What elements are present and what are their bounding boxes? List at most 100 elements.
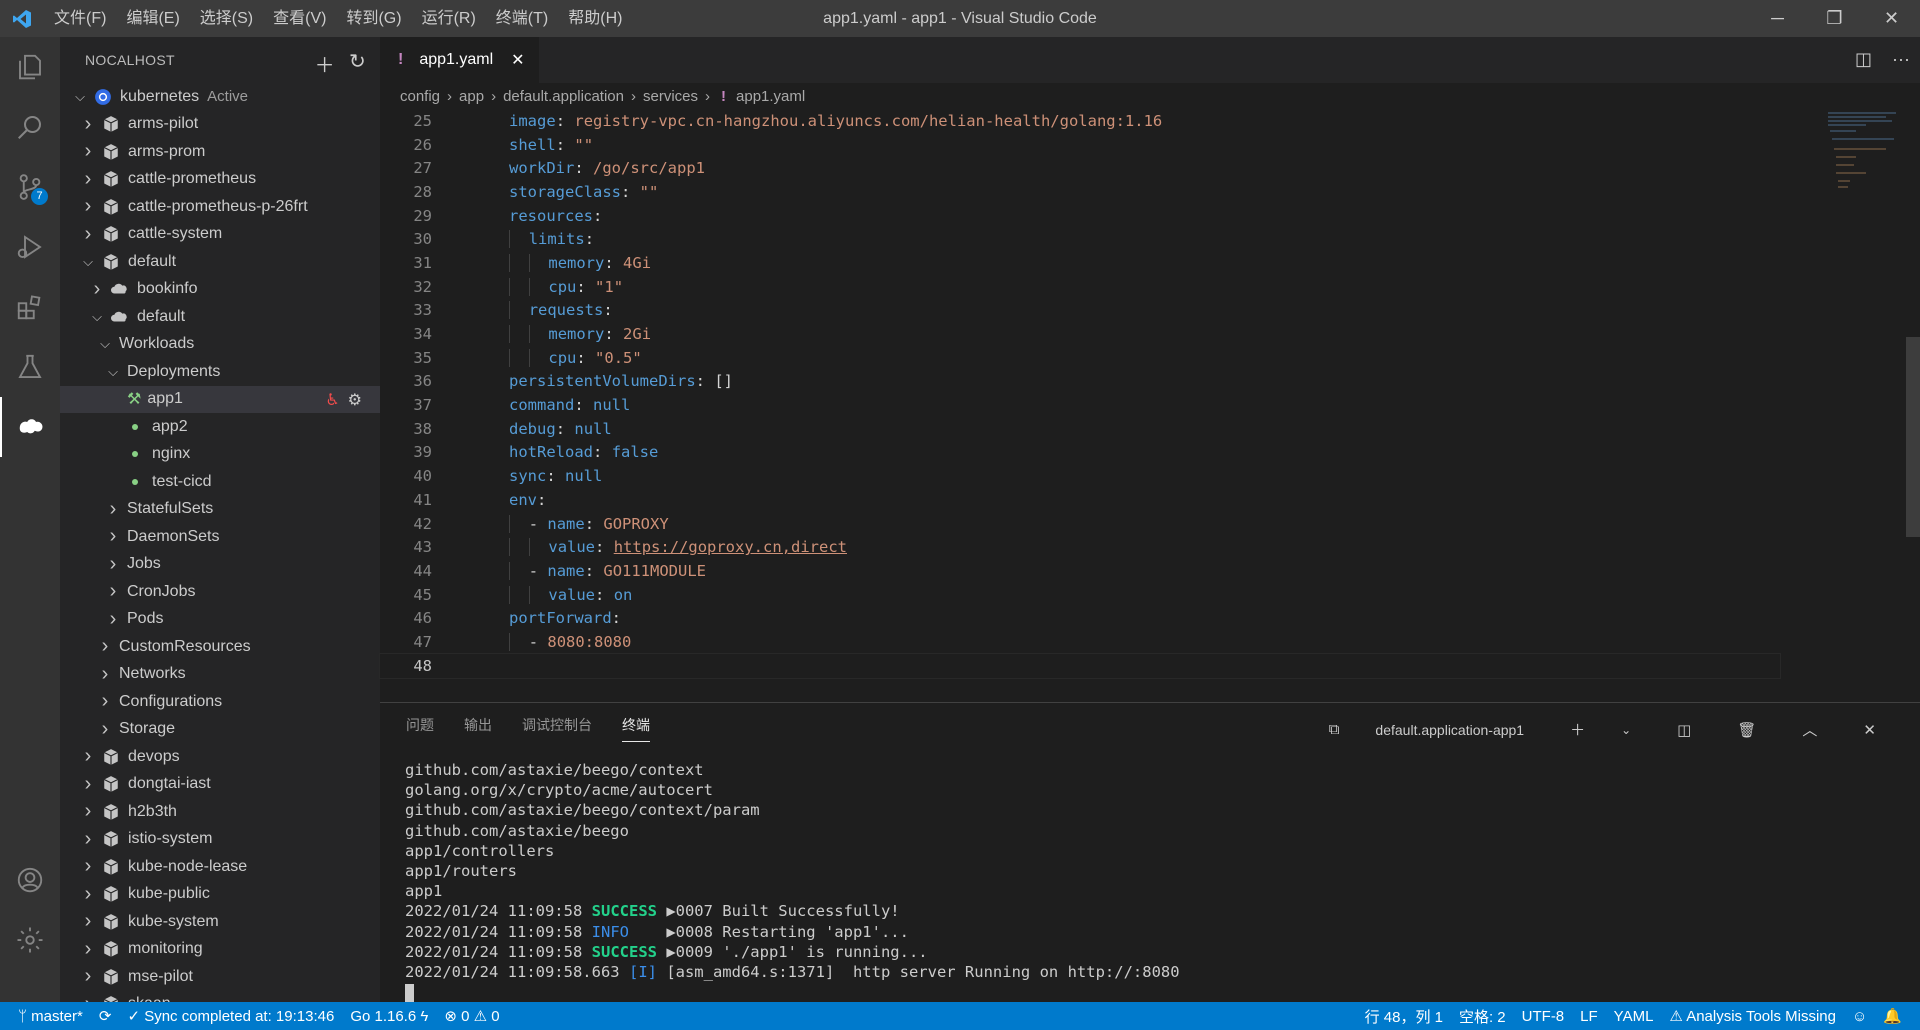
restore-button[interactable]: ❐: [1806, 0, 1863, 37]
git-branch[interactable]: ᛘ master*: [0, 1008, 91, 1025]
split-terminal-icon[interactable]: ◫: [1677, 715, 1691, 745]
close-tab-icon[interactable]: ✕: [511, 50, 524, 70]
code-line[interactable]: 48: [379, 652, 1781, 679]
namespace-item[interactable]: › h2b3th: [60, 798, 380, 826]
breadcrumb-item[interactable]: app1.yaml: [736, 88, 805, 105]
code-line[interactable]: 28 storageClass: "": [380, 180, 1780, 204]
workload-type-item[interactable]: › Jobs: [60, 551, 380, 579]
code-line[interactable]: 34 memory: 2Gi: [380, 322, 1780, 346]
deployments-group[interactable]: ⌵ Deployments: [60, 358, 380, 386]
resource-group-item[interactable]: › Networks: [60, 661, 380, 689]
accounts-icon[interactable]: [0, 850, 60, 910]
breadcrumb-item[interactable]: default.application: [503, 88, 624, 105]
tab-output[interactable]: 输出: [464, 709, 492, 741]
minimap[interactable]: [1826, 109, 1906, 209]
end-of-line[interactable]: LF: [1572, 1008, 1606, 1025]
code-line[interactable]: 31 memory: 4Gi: [380, 251, 1780, 275]
deployment-item-app1[interactable]: ⚒ app1 ♿ ⚙: [60, 385, 380, 413]
tab-debug-console[interactable]: 调试控制台: [522, 709, 592, 741]
namespace-item[interactable]: › monitoring: [60, 936, 380, 964]
chevron-down-icon[interactable]: ⌄: [1621, 717, 1631, 743]
code-line[interactable]: 33 requests:: [380, 299, 1780, 323]
trash-icon[interactable]: 🗑: [1737, 715, 1756, 745]
workload-type-item[interactable]: › DaemonSets: [60, 523, 380, 551]
workload-type-item[interactable]: › StatefulSets: [60, 496, 380, 524]
analysis-warning[interactable]: ⚠ Analysis Tools Missing: [1661, 1007, 1844, 1025]
namespace-item[interactable]: › cattle-prometheus: [60, 166, 380, 194]
code-line[interactable]: 25 image: registry-vpc.cn-hangzhou.aliyu…: [380, 109, 1780, 133]
code-line[interactable]: 45 value: on: [380, 583, 1780, 607]
terminal-selector[interactable]: default.application-app1: [1375, 716, 1524, 744]
code-line[interactable]: 39 hotReload: false: [380, 441, 1780, 465]
breadcrumb-item[interactable]: app: [459, 88, 484, 105]
code-line[interactable]: 36 persistentVolumeDirs: []: [380, 370, 1780, 394]
minimize-button[interactable]: ─: [1749, 0, 1806, 37]
problems-count[interactable]: ⊗ 0 ⚠ 0: [436, 1007, 507, 1025]
code-line[interactable]: 37 command: null: [380, 393, 1780, 417]
notifications-icon[interactable]: 🔔: [1875, 1007, 1910, 1025]
workload-type-item[interactable]: › Pods: [60, 606, 380, 634]
menu-item[interactable]: 文件(F): [44, 0, 116, 37]
namespace-item[interactable]: › kube-node-lease: [60, 853, 380, 881]
source-control-icon[interactable]: 7: [0, 157, 60, 217]
namespace-item[interactable]: › dongtai-iast: [60, 771, 380, 799]
cursor-position[interactable]: 行 48，列 1: [1357, 1006, 1451, 1027]
run-debug-icon[interactable]: [0, 217, 60, 277]
refresh-icon[interactable]: ↻: [349, 49, 366, 78]
menu-item[interactable]: 选择(S): [190, 0, 263, 37]
indentation[interactable]: 空格: 2: [1451, 1006, 1514, 1027]
namespace-item[interactable]: › arms-prom: [60, 138, 380, 166]
menu-item[interactable]: 转到(G): [336, 0, 411, 37]
namespace-item[interactable]: › kube-system: [60, 908, 380, 936]
nocalhost-icon[interactable]: [0, 397, 60, 457]
close-panel-icon[interactable]: ✕: [1863, 715, 1876, 745]
code-line[interactable]: 40 sync: null: [380, 464, 1780, 488]
menu-item[interactable]: 查看(V): [263, 0, 336, 37]
new-terminal-icon[interactable]: ＋: [1570, 713, 1585, 746]
go-version[interactable]: Go 1.16.6 ϟ: [342, 1008, 436, 1025]
tab-app1-yaml[interactable]: ! app1.yaml ✕: [380, 37, 539, 83]
search-icon[interactable]: [0, 97, 60, 157]
deployment-item[interactable]: test-cicd: [60, 468, 380, 496]
feedback-icon[interactable]: ☺: [1844, 1008, 1875, 1025]
resource-group-item[interactable]: › Storage: [60, 716, 380, 744]
dev-status-icon[interactable]: ♿: [325, 390, 339, 410]
resource-group-item[interactable]: › CustomResources: [60, 633, 380, 661]
code-line[interactable]: 47 - 8080:8080: [380, 630, 1780, 654]
extensions-icon[interactable]: [0, 277, 60, 337]
deployment-item[interactable]: nginx: [60, 441, 380, 469]
code-line[interactable]: 43 value: https://goproxy.cn,direct: [380, 535, 1780, 559]
code-line[interactable]: 26 shell: "": [380, 133, 1780, 157]
namespace-item[interactable]: › cattle-prometheus-p-26frt: [60, 193, 380, 221]
namespace-item[interactable]: › istio-system: [60, 826, 380, 854]
resource-group-item[interactable]: › Configurations: [60, 688, 380, 716]
app-item-bookinfo[interactable]: › bookinfo: [60, 276, 380, 304]
namespace-item[interactable]: › kube-public: [60, 881, 380, 909]
explorer-icon[interactable]: [0, 37, 60, 97]
testing-icon[interactable]: [0, 337, 60, 397]
settings-gear-icon[interactable]: [0, 910, 60, 970]
breadcrumb-item[interactable]: services: [643, 88, 698, 105]
code-line[interactable]: 41 env:: [380, 488, 1780, 512]
terminal-output[interactable]: github.com/astaxie/beego/context golang.o…: [405, 760, 1180, 1002]
settings-icon[interactable]: ⚙: [348, 390, 362, 410]
terminal-prompt[interactable]: [405, 982, 1180, 1002]
editor-scrollbar[interactable]: [1906, 337, 1920, 537]
menu-item[interactable]: 终端(T): [486, 0, 558, 37]
app-item-default[interactable]: ⌵ default: [60, 303, 380, 331]
code-line[interactable]: 38 debug: null: [380, 417, 1780, 441]
add-cluster-icon[interactable]: ＋: [315, 49, 335, 78]
workload-type-item[interactable]: › CronJobs: [60, 578, 380, 606]
encoding[interactable]: UTF-8: [1514, 1008, 1573, 1025]
namespace-item[interactable]: › mse-pilot: [60, 963, 380, 991]
namespace-item[interactable]: › devops: [60, 743, 380, 771]
code-line[interactable]: 35 cpu: "0.5": [380, 346, 1780, 370]
code-line[interactable]: 42 - name: GOPROXY: [380, 512, 1780, 536]
code-line[interactable]: 32 cpu: "1": [380, 275, 1780, 299]
code-line[interactable]: 44 - name: GO111MODULE: [380, 559, 1780, 583]
tab-terminal[interactable]: 终端: [622, 709, 650, 742]
language-mode[interactable]: YAML: [1606, 1008, 1662, 1025]
code-editor[interactable]: 25 image: registry-vpc.cn-hangzhou.aliyu…: [379, 109, 1781, 702]
more-actions-icon[interactable]: ···: [1892, 49, 1910, 70]
menu-item[interactable]: 帮助(H): [558, 0, 632, 37]
